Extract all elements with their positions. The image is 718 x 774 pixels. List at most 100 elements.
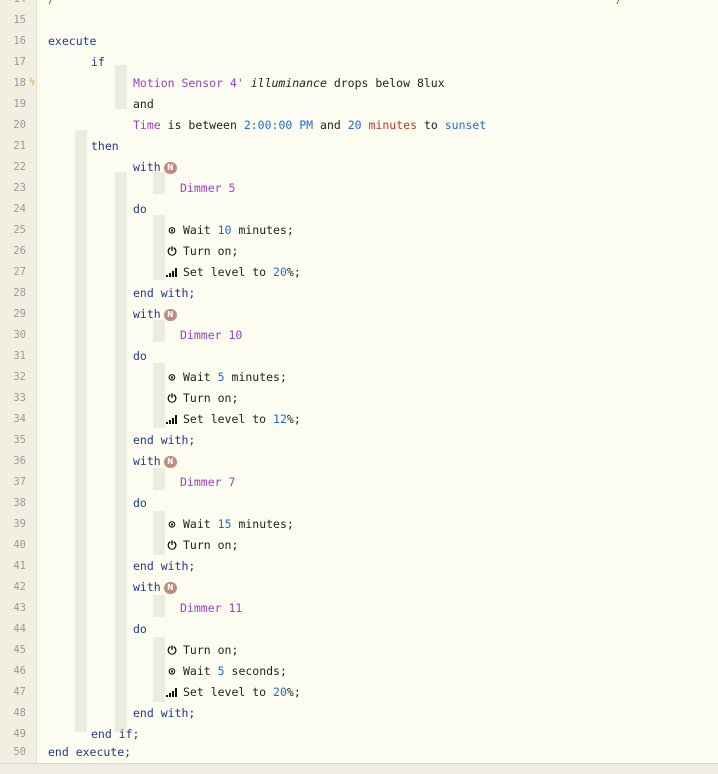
- code-line: 47 Set level to 20%;: [0, 682, 718, 703]
- code-line: 36 with N: [0, 451, 718, 472]
- action-unit: %;: [286, 412, 301, 426]
- line-number: 41: [13, 560, 26, 572]
- action-value: 15: [217, 517, 232, 531]
- code-line: 44 do: [0, 619, 718, 640]
- action-unit: minutes;: [231, 370, 287, 384]
- action-statement[interactable]: Set level to 12%;: [166, 409, 301, 430]
- action-value: 20: [273, 265, 287, 279]
- action-unit: minutes;: [238, 517, 294, 531]
- code-line: 18 ϟ Motion Sensor 4' illuminance drops …: [0, 73, 718, 94]
- line-number: 35: [13, 434, 26, 446]
- line-number: 47: [13, 686, 26, 698]
- code-line: 14 /************************************…: [0, 0, 718, 10]
- keyword-end-with[interactable]: end with;: [133, 556, 195, 577]
- action-text: Turn on;: [183, 244, 239, 258]
- code-line: 35 end with;: [0, 430, 718, 451]
- code-line: 32 ⊙ Wait 5 minutes;: [0, 367, 718, 388]
- power-icon: ⏻: [167, 391, 177, 405]
- power-icon: ⏻: [167, 244, 177, 258]
- conjunction-text: and: [320, 118, 341, 132]
- keyword-end-with[interactable]: end with;: [133, 430, 195, 451]
- action-statement[interactable]: Set level to 20%;: [166, 682, 301, 703]
- keyword-with[interactable]: with: [133, 160, 161, 174]
- line-number: 38: [13, 497, 26, 509]
- action-statement[interactable]: Set level to 20%;: [166, 262, 301, 283]
- n-badge-icon[interactable]: N: [163, 582, 177, 594]
- keyword-do[interactable]: do: [133, 346, 147, 367]
- keyword-end-with[interactable]: end with;: [133, 283, 195, 304]
- n-badge-icon[interactable]: N: [163, 309, 177, 321]
- comparison-text: is between: [167, 118, 237, 132]
- code-line: 27 Set level to 20%;: [0, 262, 718, 283]
- action-unit: %;: [286, 265, 301, 279]
- keyword-do[interactable]: do: [133, 619, 147, 640]
- line-number: 42: [13, 581, 26, 593]
- action-statement[interactable]: ⏻ Turn on;: [166, 241, 238, 262]
- clock-icon: ⊙: [168, 370, 176, 384]
- code-line: 30 Dimmer 10: [0, 325, 718, 346]
- action-statement[interactable]: ⏻ Turn on;: [166, 388, 238, 409]
- device-name[interactable]: Dimmer 5: [180, 178, 235, 199]
- keyword-end-with[interactable]: end with;: [133, 703, 195, 724]
- keyword-with[interactable]: with: [133, 454, 161, 468]
- code-line: 37 Dimmer 7: [0, 472, 718, 493]
- line-number: 46: [13, 665, 26, 677]
- keyword-with[interactable]: with: [133, 307, 161, 321]
- code-line: 50 end execute;: [0, 742, 718, 763]
- n-badge-icon[interactable]: N: [163, 162, 177, 174]
- keyword-with[interactable]: with: [133, 580, 161, 594]
- keyword-do[interactable]: do: [133, 199, 147, 220]
- code-line: 48 end with;: [0, 703, 718, 724]
- line-number: 19: [13, 98, 26, 110]
- line-number: 44: [13, 623, 26, 635]
- action-value: 5: [217, 664, 225, 678]
- code-line: 29 with N: [0, 304, 718, 325]
- code-line: 31 do: [0, 346, 718, 367]
- action-statement[interactable]: ⊙ Wait 10 minutes;: [166, 220, 294, 241]
- code-line: 41 end with;: [0, 556, 718, 577]
- action-text: Wait: [183, 517, 211, 531]
- keyword-and[interactable]: and: [133, 94, 154, 115]
- action-statement[interactable]: ⏻ Turn on;: [166, 640, 238, 661]
- keyword-end-execute[interactable]: end execute;: [48, 742, 131, 763]
- code-line: 46 ⊙ Wait 5 seconds;: [0, 661, 718, 682]
- device-name[interactable]: Dimmer 10: [180, 325, 242, 346]
- power-icon: ⏻: [167, 643, 177, 657]
- line-number: 14: [0, 0, 26, 10]
- line-number: 22: [13, 161, 26, 173]
- code-line: 15: [0, 10, 718, 31]
- action-text: Turn on;: [183, 391, 239, 405]
- line-number: 43: [13, 602, 26, 614]
- code-line: 28 end with;: [0, 283, 718, 304]
- keyword-execute[interactable]: execute: [48, 31, 96, 52]
- code-editor[interactable]: 14 /************************************…: [0, 0, 718, 774]
- horizontal-scrollbar[interactable]: [0, 763, 718, 774]
- attribute-name: illuminance: [250, 76, 327, 90]
- code-line: 40 ⏻ Turn on;: [0, 535, 718, 556]
- keyword-if[interactable]: if: [91, 52, 105, 73]
- device-name[interactable]: Dimmer 11: [180, 598, 242, 619]
- line-number: 32: [13, 371, 26, 383]
- action-text: Set level to: [183, 412, 267, 426]
- device-name[interactable]: Time: [133, 118, 161, 132]
- condition-statement[interactable]: Time is between 2:00:00 PM and 20 minute…: [133, 115, 486, 136]
- keyword-then[interactable]: then: [91, 136, 119, 157]
- action-text: Turn on;: [183, 538, 239, 552]
- condition-statement[interactable]: Motion Sensor 4' illuminance drops below…: [133, 73, 445, 94]
- signal-icon: [166, 268, 178, 277]
- line-number: 24: [13, 203, 26, 215]
- n-badge-icon[interactable]: N: [163, 456, 177, 468]
- action-statement[interactable]: ⏻ Turn on;: [166, 535, 238, 556]
- code-line: 43 Dimmer 11: [0, 598, 718, 619]
- action-statement[interactable]: ⊙ Wait 15 minutes;: [166, 514, 294, 535]
- action-statement[interactable]: ⊙ Wait 5 seconds;: [166, 661, 287, 682]
- device-name[interactable]: Dimmer 7: [180, 472, 235, 493]
- comment-text: /***************************************…: [48, 0, 623, 10]
- action-statement[interactable]: ⊙ Wait 5 minutes;: [166, 367, 287, 388]
- code-line: 39 ⊙ Wait 15 minutes;: [0, 514, 718, 535]
- device-name[interactable]: Motion Sensor 4': [133, 76, 244, 90]
- line-number: 48: [13, 707, 26, 719]
- keyword-do[interactable]: do: [133, 493, 147, 514]
- line-number: 26: [13, 245, 26, 257]
- code-line: 22 with N: [0, 157, 718, 178]
